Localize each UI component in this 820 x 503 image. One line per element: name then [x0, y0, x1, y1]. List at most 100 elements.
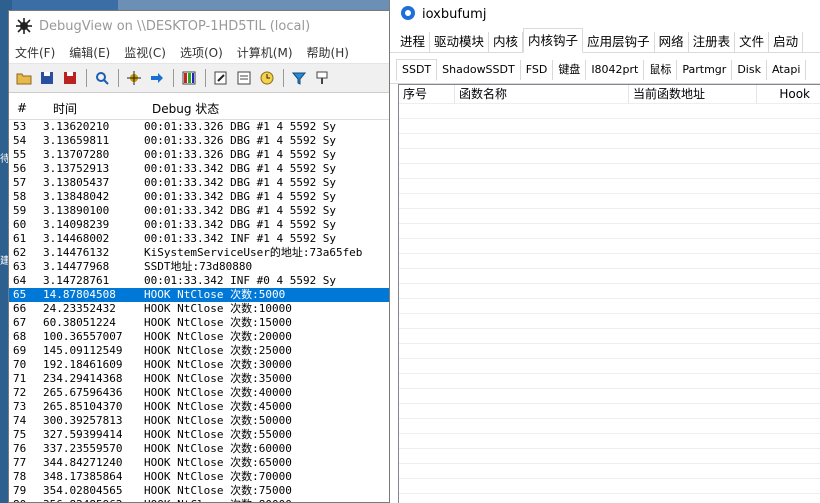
log-row[interactable]: 72 265.67596436 HOOK NtClose 次数:40000: [9, 386, 393, 400]
log-row-message: HOOK NtClose 次数:20000: [144, 330, 292, 343]
tab-sub-2[interactable]: FSD: [521, 60, 554, 80]
log-row[interactable]: 60 3.14098239 00:01:33.342 DBG #1 4 5592 S…: [9, 218, 393, 232]
find-icon[interactable]: [93, 69, 111, 87]
log-row-message: 00:01:33.326 DBG #1 4 5592 Sy: [144, 148, 337, 161]
column-time[interactable]: 时间: [43, 100, 144, 117]
tab-sub-7[interactable]: Disk: [732, 60, 767, 80]
tab-main-7[interactable]: 文件: [735, 32, 770, 52]
log-row-number: 79: [13, 484, 27, 497]
tab-sub-5[interactable]: 鼠标: [644, 60, 678, 80]
tab-main-6[interactable]: 注册表: [689, 32, 736, 52]
log-row[interactable]: 74 300.39257813 HOOK NtClose 次数:50000: [9, 414, 393, 428]
log-row-time: 3.13707280: [43, 148, 110, 161]
log-row[interactable]: 67 60.38051224 HOOK NtClose 次数:15000: [9, 316, 393, 330]
log-row-number: 55: [13, 148, 27, 161]
log-row-message: 00:01:33.342 DBG #1 4 5592 Sy: [144, 162, 337, 175]
log-row[interactable]: 53 3.13620210 00:01:33.326 DBG #1 4 5592 S…: [9, 120, 393, 134]
log-row[interactable]: 54 3.13659811 00:01:33.326 DBG #1 4 5592 S…: [9, 134, 393, 148]
log-row[interactable]: 65 14.87804508 HOOK NtClose 次数:5000: [9, 288, 393, 302]
title-bar[interactable]: DebugView on \\DESKTOP-1HD5TIL (local): [9, 11, 393, 41]
log-row-message: 00:01:33.342 INF #1 4 5592 Sy: [144, 232, 337, 245]
edit-filter-icon[interactable]: [212, 69, 230, 87]
tab-main-2[interactable]: 内核: [489, 32, 524, 52]
log-row[interactable]: 55 3.13707280 00:01:33.326 DBG #1 4 5592 S…: [9, 148, 393, 162]
clear-display-icon[interactable]: [180, 69, 198, 87]
log-row[interactable]: 71 234.29414368 HOOK NtClose 次数:35000: [9, 372, 393, 386]
log-row-message: HOOK NtClose 次数:55000: [144, 428, 292, 441]
tab-main-0[interactable]: 进程: [396, 32, 431, 52]
log-row-time: 300.39257813: [43, 414, 123, 427]
tab-sub-3[interactable]: 键盘: [553, 60, 587, 80]
menu-computer[interactable]: 计算机(M): [237, 44, 293, 61]
empty-list-grid: [399, 103, 820, 503]
log-row-time: 3.13752913: [43, 162, 110, 175]
history-icon[interactable]: [235, 69, 253, 87]
log-row-number: 54: [13, 134, 27, 147]
log-row-message: HOOK NtClose 次数:50000: [144, 414, 292, 427]
log-row-number: 67: [13, 316, 27, 329]
log-row-time: 24.23352432: [43, 302, 116, 315]
capture-icon[interactable]: [125, 69, 143, 87]
desktop-window-fragment: [118, 0, 398, 10]
menu-file[interactable]: 文件(F): [15, 44, 55, 61]
tab-main-4[interactable]: 应用层钩子: [583, 32, 655, 52]
open-folder-icon[interactable]: [15, 69, 33, 87]
log-row[interactable]: 59 3.13890100 00:01:33.342 DBG #1 4 5592 S…: [9, 204, 393, 218]
log-row[interactable]: 68 100.36557007 HOOK NtClose 次数:20000: [9, 330, 393, 344]
autoscroll-arrow-icon[interactable]: [148, 69, 166, 87]
log-row[interactable]: 76 337.23559570 HOOK NtClose 次数:60000: [9, 442, 393, 456]
log-row[interactable]: 62 3.14476132 KiSystemServiceUser的地址:73a65…: [9, 246, 393, 260]
save-as-icon[interactable]: [61, 69, 79, 87]
tab-sub-1[interactable]: ShadowSSDT: [437, 60, 521, 80]
column-index[interactable]: 序号: [399, 85, 455, 103]
log-row[interactable]: 57 3.13805437 00:01:33.342 DBG #1 4 5592 S…: [9, 176, 393, 190]
log-row-message: HOOK NtClose 次数:60000: [144, 442, 292, 455]
ssdt-list-view[interactable]: 序号 函数名称 当前函数地址 Hook: [398, 84, 820, 503]
tool-title-bar[interactable]: ioxbufumj: [390, 0, 820, 28]
log-row[interactable]: 58 3.13848042 00:01:33.342 DBG #1 4 5592 S…: [9, 190, 393, 204]
log-row-number: 74: [13, 414, 27, 427]
log-row[interactable]: 73 265.85104370 HOOK NtClose 次数:45000: [9, 400, 393, 414]
tab-sub-0[interactable]: SSDT: [396, 59, 438, 81]
menu-edit[interactable]: 编辑(E): [69, 44, 110, 61]
log-row[interactable]: 56 3.13752913 00:01:33.342 DBG #1 4 5592 S…: [9, 162, 393, 176]
menu-options[interactable]: 选项(O): [180, 44, 223, 61]
log-row-number: 66: [13, 302, 27, 315]
log-row[interactable]: 64 3.14728761 00:01:33.342 INF #0 4 5592 S…: [9, 274, 393, 288]
log-row[interactable]: 69 145.09112549 HOOK NtClose 次数:25000: [9, 344, 393, 358]
log-row-time: 265.67596436: [43, 386, 123, 399]
column-current-address[interactable]: 当前函数地址: [629, 85, 757, 103]
log-row[interactable]: 70 192.18461609 HOOK NtClose 次数:30000: [9, 358, 393, 372]
column-number[interactable]: #: [9, 101, 43, 115]
tab-sub-8[interactable]: Atapi: [767, 60, 807, 80]
log-row[interactable]: 77 344.84271240 HOOK NtClose 次数:65000: [9, 456, 393, 470]
save-icon[interactable]: [38, 69, 56, 87]
log-row-number: 80: [9, 498, 43, 502]
log-row[interactable]: 75 327.59399414 HOOK NtClose 次数:55000: [9, 428, 393, 442]
log-list[interactable]: 53 3.13620210 00:01:33.326 DBG #1 4 5592 S…: [9, 120, 393, 502]
tab-main-1[interactable]: 驱动模块: [430, 32, 490, 52]
toolbar-separator: [205, 69, 206, 87]
tab-main-3[interactable]: 内核钩子: [523, 28, 584, 53]
tab-main-8[interactable]: 启动: [769, 32, 804, 52]
column-hook[interactable]: Hook: [757, 85, 820, 103]
tab-sub-4[interactable]: I8042prt: [586, 60, 645, 80]
tab-sub-6[interactable]: Partmgr: [677, 60, 733, 80]
tab-main-5[interactable]: 网络: [655, 32, 689, 52]
menu-capture[interactable]: 监视(C): [124, 44, 166, 61]
ark-tool-window: ioxbufumj 进程 驱动模块 内核 内核钩子 应用层钩子 网络 注册表 文件 启动 SSD…: [389, 0, 820, 503]
log-row[interactable]: 66 24.23352432 HOOK NtClose 次数:10000: [9, 302, 393, 316]
log-row[interactable]: 78 348.17385864 HOOK NtClose 次数:70000: [9, 470, 393, 484]
menu-help[interactable]: 帮助(H): [307, 44, 349, 61]
log-row-time: 234.29414368: [43, 372, 123, 385]
log-row[interactable]: 63 3.14477968 SSDT地址:73d80880: [9, 260, 393, 274]
column-function-name[interactable]: 函数名称: [455, 85, 629, 103]
column-debug-print[interactable]: Debug 状态: [144, 100, 219, 117]
log-row[interactable]: 80356.82485962HOOK NtClose 次数:80000: [9, 498, 393, 502]
clock-icon[interactable]: [258, 69, 276, 87]
highlight-icon[interactable]: [313, 69, 331, 87]
log-row[interactable]: 79 354.02804565 HOOK NtClose 次数:75000: [9, 484, 393, 498]
log-row-number: 78: [13, 470, 27, 483]
filter-icon[interactable]: [290, 69, 308, 87]
log-row[interactable]: 61 3.14468002 00:01:33.342 INF #1 4 5592 S…: [9, 232, 393, 246]
